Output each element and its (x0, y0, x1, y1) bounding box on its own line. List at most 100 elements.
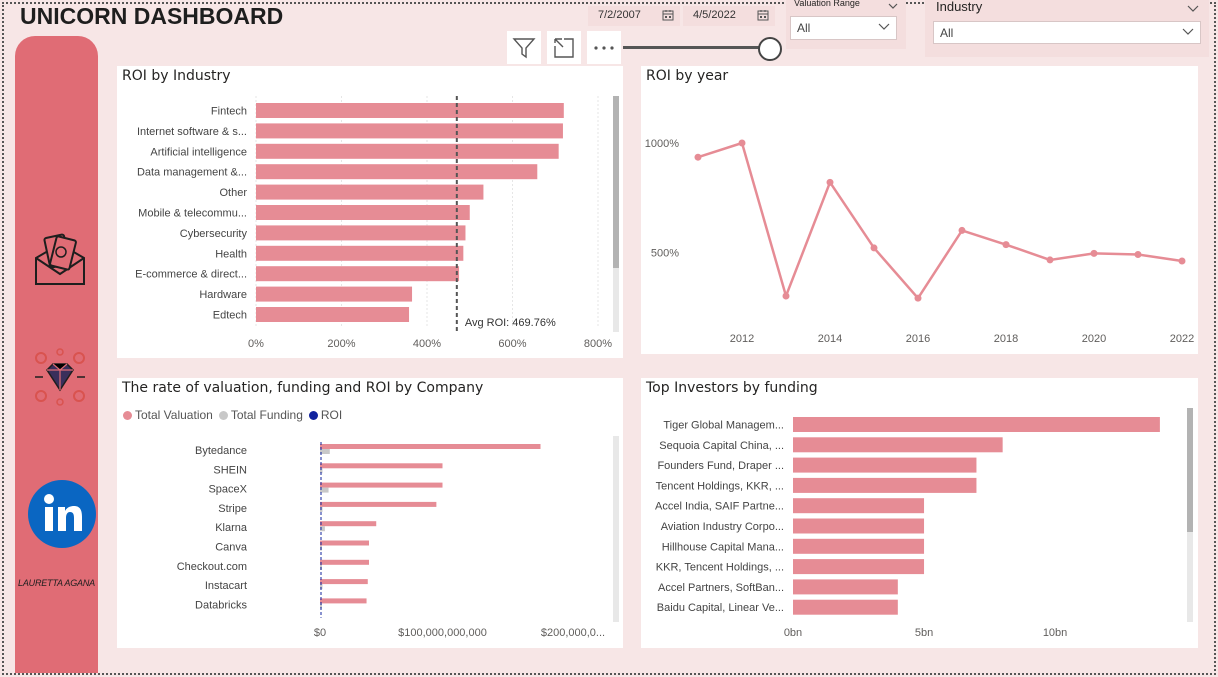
category-label: Edtech (213, 310, 247, 322)
category-label: Checkout.com (177, 561, 247, 573)
valuation-bar (320, 463, 443, 469)
x-tick-label: 0bn (784, 627, 802, 639)
category-label: Klarna (215, 522, 248, 534)
page-title: UNICORN DASHBOARD (20, 3, 284, 29)
company-valuation-chart: $0 $100,000,000,000 $200,000,0... Bytedance… (177, 442, 605, 639)
linkedin-icon[interactable] (28, 480, 96, 552)
x-tick-label: 5bn (915, 627, 933, 639)
valuation-range-dropdown[interactable]: All (790, 16, 897, 40)
top-investors-card[interactable]: Top Investors by funding 0bn 5bn 10bn Tiger… (641, 378, 1198, 648)
category-label: Accel India, SAIF Partne... (655, 501, 784, 513)
bar (793, 477, 977, 493)
category-label: Internet software & s... (137, 126, 247, 138)
company-valuation-scrollbar[interactable] (613, 436, 619, 622)
data-point (694, 153, 702, 161)
category-label: Hillhouse Capital Mana... (662, 541, 784, 553)
data-point (1134, 250, 1142, 258)
top-investors-scrollbar[interactable] (1187, 408, 1193, 622)
category-label: Stripe (218, 503, 247, 515)
roi-line (697, 141, 1183, 301)
bar (793, 498, 925, 514)
category-label: Canva (215, 542, 248, 554)
expand-icon (554, 37, 574, 58)
bar (256, 123, 563, 139)
diamond-network-icon[interactable] (31, 348, 89, 410)
y-tick-label: 500% (651, 247, 679, 259)
x-tick-label: 2016 (906, 333, 930, 345)
valuation-range-slicer: Valuation Range All (786, 0, 906, 49)
category-label: Sequoia Capital China, ... (659, 440, 784, 452)
filter-icon (512, 37, 536, 58)
roi-by-year-chart: 1000% 500% 2012 2014 2016 2018 2020 2022 (645, 138, 1195, 345)
end-date-value: 4/5/2022 (693, 9, 736, 21)
chevron-down-icon[interactable] (888, 0, 898, 15)
category-label: Tencent Holdings, KKR, ... (656, 480, 784, 492)
category-label: KKR, Tencent Holdings, ... (656, 562, 784, 574)
bar (256, 286, 413, 302)
bar (793, 559, 925, 575)
category-label: Bytedance (195, 445, 247, 457)
bar (256, 184, 484, 200)
bar (256, 307, 410, 322)
industry-label: Industry (936, 0, 983, 14)
category-label: Tiger Global Managem... (663, 420, 784, 432)
x-tick-label: 0% (248, 338, 264, 350)
more-options-button[interactable] (587, 31, 621, 64)
calendar-icon[interactable] (662, 9, 674, 24)
x-tick-label: 2022 (1170, 333, 1194, 345)
x-tick-label: 200% (327, 338, 355, 350)
category-label: SHEIN (213, 464, 247, 476)
valuation-bar (320, 540, 369, 546)
focus-mode-button[interactable] (547, 31, 581, 64)
bar (793, 599, 898, 615)
bar (256, 164, 538, 180)
industry-value: All (940, 26, 954, 40)
x-tick-label: 2018 (994, 333, 1018, 345)
category-label: Databricks (195, 599, 247, 611)
industry-slicer: Industry All (925, 0, 1209, 57)
roi-by-year-card[interactable]: ROI by year 1000% 500% 2012 2014 2016 2018 202… (641, 66, 1198, 354)
roi-by-industry-scrollbar[interactable] (613, 96, 619, 332)
author-name: LAURETTA AGANA (18, 578, 95, 588)
valuation-bar (320, 444, 541, 449)
company-valuation-card[interactable]: The rate of valuation, funding and ROI b… (117, 378, 623, 648)
x-tick-label: 2012 (730, 333, 754, 345)
calendar-icon[interactable] (757, 9, 769, 24)
valuation-bar (320, 579, 368, 585)
sidebar: LAURETTA AGANA (15, 36, 98, 673)
category-label: Instacart (205, 580, 247, 592)
data-point (958, 226, 966, 234)
category-label: Baidu Capital, Linear Ve... (657, 602, 784, 614)
chevron-down-icon (878, 23, 890, 30)
chevron-down-icon[interactable] (1187, 0, 1199, 18)
valuation-range-label: Valuation Range (794, 0, 860, 8)
bar (793, 437, 1003, 453)
bar (256, 143, 559, 159)
x-tick-label: 10bn (1043, 627, 1067, 639)
industry-dropdown[interactable]: All (933, 21, 1201, 44)
bar (793, 579, 898, 595)
category-label: Aviation Industry Corpo... (661, 521, 784, 533)
category-label: Founders Fund, Draper ... (657, 460, 784, 472)
data-point (870, 244, 878, 252)
filter-button[interactable] (507, 31, 541, 64)
date-slider-handle[interactable] (758, 37, 782, 61)
date-slider-track[interactable] (623, 46, 767, 49)
category-label: Accel Partners, SoftBan... (658, 582, 784, 594)
bar (256, 245, 464, 261)
end-date-input[interactable]: 4/5/2022 (683, 6, 775, 26)
roi-by-industry-chart: 0% 200% 400% 600% 800% Fintech Internet softwa… (135, 96, 612, 350)
data-point (1090, 249, 1098, 257)
bar (793, 518, 925, 534)
category-label: Cybersecurity (180, 228, 248, 240)
bar (793, 417, 1160, 432)
roi-by-industry-card[interactable]: ROI by Industry 0% 200% 400% 600% 800% Fintec… (117, 66, 623, 358)
category-label: Other (219, 187, 247, 199)
x-tick-label: $200,000,0... (541, 627, 605, 639)
valuation-bar (320, 482, 443, 488)
money-envelope-icon[interactable] (33, 232, 87, 292)
start-date-input[interactable]: 7/2/2007 (588, 6, 680, 26)
start-date-value: 7/2/2007 (598, 9, 641, 21)
x-tick-label: 400% (413, 338, 441, 350)
x-tick-label: 800% (584, 338, 612, 350)
